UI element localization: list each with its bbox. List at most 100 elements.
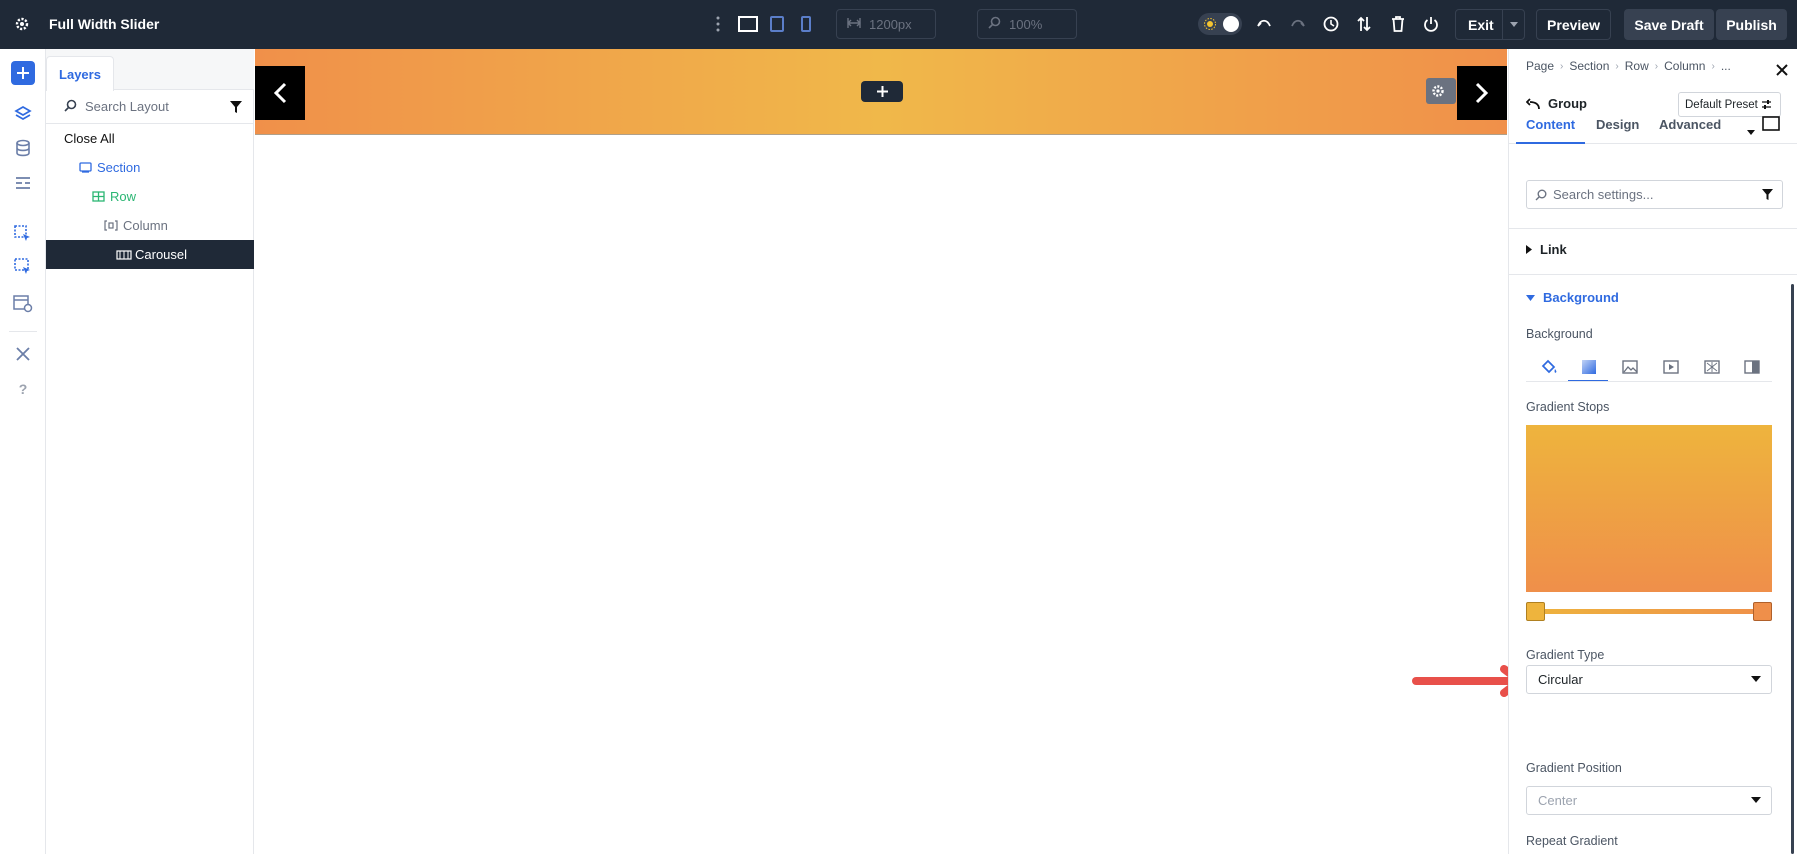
power-icon[interactable] [1421, 14, 1441, 34]
layer-item-section[interactable]: Section [46, 153, 254, 182]
gradient-type-select[interactable]: Circular [1526, 665, 1772, 694]
bg-color-fill-icon[interactable] [1538, 356, 1560, 378]
slider-prev-button[interactable] [255, 66, 305, 120]
default-preset-button[interactable]: Default Preset [1678, 92, 1781, 117]
import-export-icon[interactable] [1354, 14, 1374, 34]
chevron-left-icon [273, 82, 287, 104]
layer-label: Row [110, 189, 137, 204]
background-section-toggle[interactable]: Background [1526, 290, 1619, 305]
multi-select-icon[interactable] [11, 255, 35, 279]
theme-toggle[interactable] [1198, 13, 1242, 35]
panel-scrollbar[interactable] [1791, 284, 1794, 854]
section-icon [79, 162, 92, 173]
preview-button[interactable]: Preview [1536, 9, 1611, 40]
layer-label: Column [123, 218, 168, 233]
tab-content[interactable]: Content [1526, 117, 1575, 132]
redo-icon[interactable] [1288, 14, 1308, 34]
layer-item-column[interactable]: Column [46, 211, 254, 240]
search-divider [1509, 228, 1797, 229]
link-section-toggle[interactable]: Link [1526, 242, 1567, 257]
bg-mask-icon[interactable] [1741, 356, 1763, 378]
page-settings-icon[interactable] [11, 171, 35, 195]
bg-pattern-icon[interactable] [1701, 356, 1723, 378]
layer-item-carousel[interactable]: Carousel [46, 240, 254, 269]
breadcrumb-column[interactable]: Column [1664, 59, 1705, 73]
left-tool-rail: ? [0, 49, 46, 854]
save-draft-button[interactable]: Save Draft [1624, 9, 1714, 40]
module-settings-chip[interactable] [1426, 78, 1456, 104]
back-to-group[interactable]: Group [1526, 96, 1587, 111]
tab-content-label: Content [1526, 117, 1576, 132]
phone-view-icon[interactable] [796, 14, 816, 34]
canvas-width-value: 1200px [869, 16, 912, 32]
layers-panel: Layers Search Layout Close All Section R… [46, 49, 254, 854]
tab-advanced-label: Advanced [1659, 117, 1722, 132]
desktop-view-icon[interactable] [737, 14, 759, 34]
zoom-field[interactable]: 100% [977, 9, 1077, 39]
exit-button[interactable]: Exit [1455, 9, 1525, 40]
canvas-width-field[interactable]: 1200px [836, 9, 936, 39]
undo-icon[interactable] [1254, 14, 1274, 34]
bg-gradient-icon[interactable] [1578, 356, 1600, 378]
tab-advanced[interactable]: Advanced [1659, 117, 1721, 132]
plus-icon [876, 86, 888, 97]
tablet-view-icon[interactable] [767, 14, 787, 34]
more-vertical-icon[interactable] [710, 14, 726, 34]
layers-search[interactable]: Search Layout [46, 90, 254, 124]
gradient-stop-handle-end[interactable] [1753, 602, 1772, 621]
column-icon [104, 220, 118, 231]
breadcrumb-page[interactable]: Page [1526, 59, 1554, 73]
breadcrumb-separator-icon: › [1711, 60, 1715, 72]
database-icon[interactable] [11, 136, 35, 160]
layers-tabbar: Layers [46, 49, 254, 91]
close-all-button[interactable]: Close All [46, 124, 254, 153]
settings-search[interactable]: Search settings... [1526, 180, 1783, 209]
bg-image-icon[interactable] [1619, 356, 1641, 378]
gradient-position-value: Center [1538, 793, 1578, 808]
settings-panel: Page › Section › Row › Column › ... Grou… [1508, 49, 1797, 854]
close-icon[interactable] [1776, 63, 1788, 81]
builder-canvas[interactable] [255, 49, 1507, 854]
gradient-stop-handle-start[interactable] [1526, 602, 1545, 621]
bg-video-icon[interactable] [1660, 356, 1682, 378]
chevron-right-icon [1475, 82, 1489, 104]
help-icon[interactable]: ? [11, 377, 35, 401]
layer-item-row[interactable]: Row [46, 182, 254, 211]
settings-gear-icon[interactable] [10, 12, 34, 36]
breadcrumb-separator-icon: › [1654, 60, 1659, 72]
slider-next-button[interactable] [1457, 66, 1507, 120]
zoom-search-icon [988, 16, 1001, 32]
add-element-button[interactable] [11, 61, 35, 85]
preset-sliders-icon [1761, 100, 1771, 109]
click-select-icon[interactable] [11, 222, 35, 246]
gear-icon [1432, 85, 1444, 97]
history-clock-icon[interactable] [1321, 14, 1341, 34]
tab-design[interactable]: Design [1596, 117, 1639, 132]
tab-layers-label: Layers [59, 66, 101, 82]
breadcrumb-more[interactable]: ... [1721, 59, 1731, 73]
breadcrumb-section[interactable]: Section [1569, 59, 1609, 73]
filter-icon [1762, 189, 1773, 200]
gradient-stops-track[interactable] [1526, 609, 1772, 614]
filter-icon[interactable] [230, 101, 242, 116]
background-section-label: Background [1543, 290, 1619, 305]
publish-button[interactable]: Publish [1716, 9, 1787, 40]
group-label: Group [1548, 96, 1587, 111]
undo-arrow-icon [1526, 97, 1540, 109]
exit-dropdown-chevron-icon[interactable] [1502, 10, 1524, 39]
responsive-view-icon[interactable] [1762, 116, 1780, 136]
layers-icon[interactable] [11, 102, 35, 126]
preview-label: Preview [1547, 16, 1600, 33]
settings-search-placeholder: Search settings... [1553, 187, 1654, 202]
active-tab-indicator [1516, 142, 1585, 144]
breadcrumb-row[interactable]: Row [1625, 59, 1649, 73]
sun-icon [1204, 18, 1216, 30]
slider-section[interactable] [255, 49, 1507, 135]
add-module-button[interactable] [861, 81, 903, 102]
tools-icon[interactable] [11, 342, 35, 366]
tabs-more-chevron-icon[interactable] [1747, 122, 1755, 140]
tab-layers[interactable]: Layers [46, 56, 114, 91]
gradient-position-select[interactable]: Center [1526, 786, 1772, 815]
trash-icon[interactable] [1388, 14, 1408, 34]
template-preview-icon[interactable] [11, 292, 35, 316]
